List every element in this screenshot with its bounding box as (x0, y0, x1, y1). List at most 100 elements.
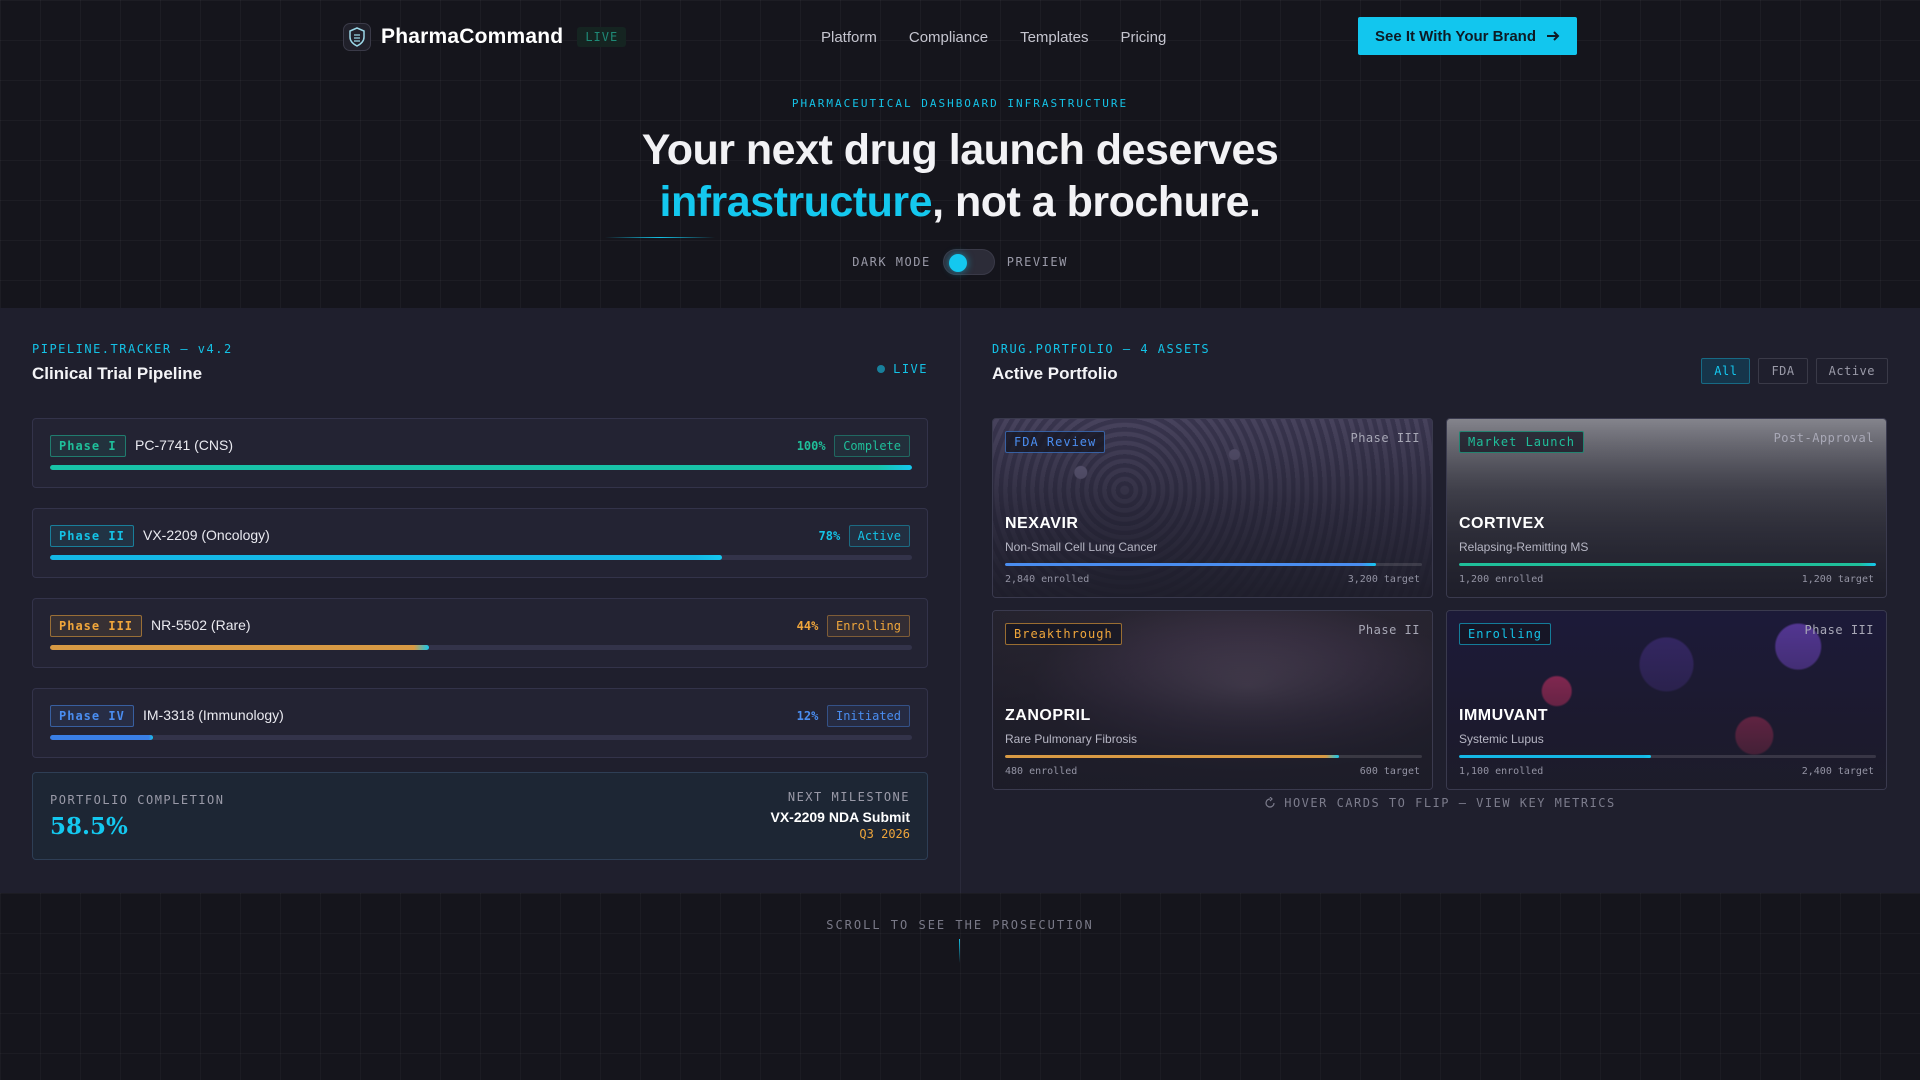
panel-divider (960, 308, 961, 893)
milestone-label: NEXT MILESTONE (787, 790, 910, 804)
enrollment-fill (1459, 563, 1876, 566)
brand[interactable]: PharmaCommand LIVE (343, 17, 627, 57)
enrolled-count: 480 enrolled (1005, 766, 1078, 777)
cta-label: See It With Your Brand (1375, 27, 1536, 45)
hero-section: PharmaCommand LIVE Platform Compliance T… (0, 0, 1920, 308)
nav-link-pricing[interactable]: Pricing (1120, 29, 1166, 46)
trial-row[interactable]: Phase II VX-2209 (Oncology) 78% Active (32, 508, 928, 578)
trial-progress-fill (50, 735, 154, 740)
trial-row[interactable]: Phase I PC-7741 (CNS) 100% Complete (32, 418, 928, 488)
card-phase: Post-Approval (1773, 431, 1874, 445)
enrollment-fill (1459, 755, 1651, 758)
toggle-label-dark: DARK MODE (852, 255, 931, 269)
card-phase: Phase III (1350, 431, 1420, 445)
filter-all[interactable]: All (1701, 358, 1751, 384)
drug-indication: Rare Pulmonary Fibrosis (1005, 732, 1138, 746)
enrolled-count: 1,200 enrolled (1459, 574, 1544, 585)
trial-percent: 12% (796, 709, 819, 723)
trial-row[interactable]: Phase IV IM-3318 (Immunology) 12% Initiated (32, 688, 928, 758)
trial-progress-track (50, 735, 912, 740)
drug-name: CORTIVEX (1459, 515, 1545, 532)
enrollment-track (1005, 563, 1422, 566)
scroll-hint: SCROLL TO SEE THE PROSECUTION (826, 918, 1094, 932)
live-dot-icon (877, 365, 886, 373)
headline-underline (605, 237, 715, 238)
enrollment-fill (1005, 755, 1339, 758)
toggle-label-preview: PREVIEW (1006, 255, 1068, 269)
portfolio-filters: All FDA Active (1701, 358, 1888, 384)
trial-progress-track (50, 555, 912, 560)
scroll-section: SCROLL TO SEE THE PROSECUTION (0, 893, 1920, 1080)
hero-eyebrow: PHARMACEUTICAL DASHBOARD INFRASTRUCTURE (791, 97, 1129, 110)
hover-hint: HOVER CARDS TO FLIP — VIEW KEY METRICS (992, 796, 1888, 810)
pipeline-kicker: PIPELINE.TRACKER — v4.2 (32, 342, 233, 356)
brand-name: PharmaCommand (381, 25, 564, 48)
drug-card[interactable]: Market Launch Post-Approval CORTIVEX Relaps… (1446, 418, 1887, 598)
card-status-tag: Enrolling (1459, 623, 1552, 645)
drug-card[interactable]: FDA Review Phase III NEXAVIR Non-Small Cell… (992, 418, 1433, 598)
trial-name: PC-7741 (CNS) (135, 437, 234, 453)
trial-name: VX-2209 (Oncology) (143, 527, 270, 543)
portfolio-summary: PORTFOLIO COMPLETION 58.5% NEXT MILESTON… (32, 772, 928, 860)
drug-indication: Relapsing-Remitting MS (1459, 540, 1589, 554)
drug-card[interactable]: Enrolling Phase III IMMUVANT Systemic Lupus… (1446, 610, 1887, 790)
dark-mode-toggle[interactable] (942, 249, 995, 275)
live-indicator: LIVE (877, 362, 928, 376)
trial-percent: 100% (796, 439, 826, 453)
headline-accent: infrastructure (659, 178, 933, 226)
trial-progress-track (50, 465, 912, 470)
trial-status-badge: Enrolling (826, 615, 910, 637)
drug-indication: Non-Small Cell Lung Cancer (1005, 540, 1158, 554)
trial-name: NR-5502 (Rare) (151, 617, 251, 633)
pipeline-title: Clinical Trial Pipeline (32, 364, 203, 383)
filter-active[interactable]: Active (1815, 358, 1888, 384)
drug-card[interactable]: Breakthrough Phase II ZANOPRIL Rare Pulmona… (992, 610, 1433, 790)
card-status-tag: FDA Review (1005, 431, 1106, 453)
nav-link-templates[interactable]: Templates (1020, 29, 1088, 46)
drug-name: NEXAVIR (1005, 515, 1079, 532)
nav-link-platform[interactable]: Platform (821, 29, 877, 46)
nav-links: Platform Compliance Templates Pricing (821, 17, 1166, 57)
completion-value: 58.5% (50, 813, 128, 840)
pipeline-panel: PIPELINE.TRACKER — v4.2 Clinical Trial P… (32, 342, 928, 862)
trial-name: IM-3318 (Immunology) (143, 707, 284, 723)
card-status-tag: Market Launch (1459, 431, 1584, 453)
arrow-right-icon (1547, 31, 1560, 41)
live-badge: LIVE (577, 27, 627, 47)
hero-headline: Your next drug launch deserves infrastru… (0, 124, 1920, 228)
toggle-knob (948, 254, 967, 272)
card-phase: Phase III (1804, 623, 1874, 637)
enrolled-count: 2,840 enrolled (1005, 574, 1090, 585)
trial-progress-fill (50, 465, 912, 470)
trial-progress-fill (50, 645, 430, 650)
target-count: 600 target (1359, 766, 1420, 777)
phase-tag: Phase I (50, 435, 126, 457)
headline-rest: , not a brochure. (932, 178, 1261, 226)
shield-logo-icon (343, 23, 371, 51)
hover-hint-text: HOVER CARDS TO FLIP — VIEW KEY METRICS (1284, 796, 1616, 810)
enrolled-count: 1,100 enrolled (1459, 766, 1544, 777)
drug-name: IMMUVANT (1459, 707, 1549, 724)
target-count: 3,200 target (1347, 574, 1420, 585)
trial-percent: 78% (818, 529, 841, 543)
milestone-date: Q3 2026 (859, 827, 910, 841)
drug-indication: Systemic Lupus (1459, 732, 1544, 746)
phase-tag: Phase II (50, 525, 134, 547)
trial-row[interactable]: Phase III NR-5502 (Rare) 44% Enrolling (32, 598, 928, 668)
phase-tag: Phase III (50, 615, 143, 637)
enrollment-track (1005, 755, 1422, 758)
trial-status-badge: Complete (834, 435, 910, 457)
nav-link-compliance[interactable]: Compliance (909, 29, 988, 46)
drug-name: ZANOPRIL (1005, 707, 1091, 724)
filter-fda[interactable]: FDA (1758, 358, 1808, 384)
portfolio-panel: DRUG.PORTFOLIO — 4 ASSETS Active Portfol… (992, 342, 1888, 862)
card-phase: Phase II (1358, 623, 1420, 637)
top-nav: PharmaCommand LIVE Platform Compliance T… (343, 17, 1577, 57)
see-it-with-your-brand-button[interactable]: See It With Your Brand (1358, 17, 1577, 55)
trial-progress-fill (50, 555, 723, 560)
phase-tag: Phase IV (50, 705, 134, 727)
trial-percent: 44% (796, 619, 819, 633)
portfolio-kicker: DRUG.PORTFOLIO — 4 ASSETS (992, 342, 1211, 356)
scroll-indicator-line (959, 939, 960, 963)
target-count: 1,200 target (1801, 574, 1874, 585)
